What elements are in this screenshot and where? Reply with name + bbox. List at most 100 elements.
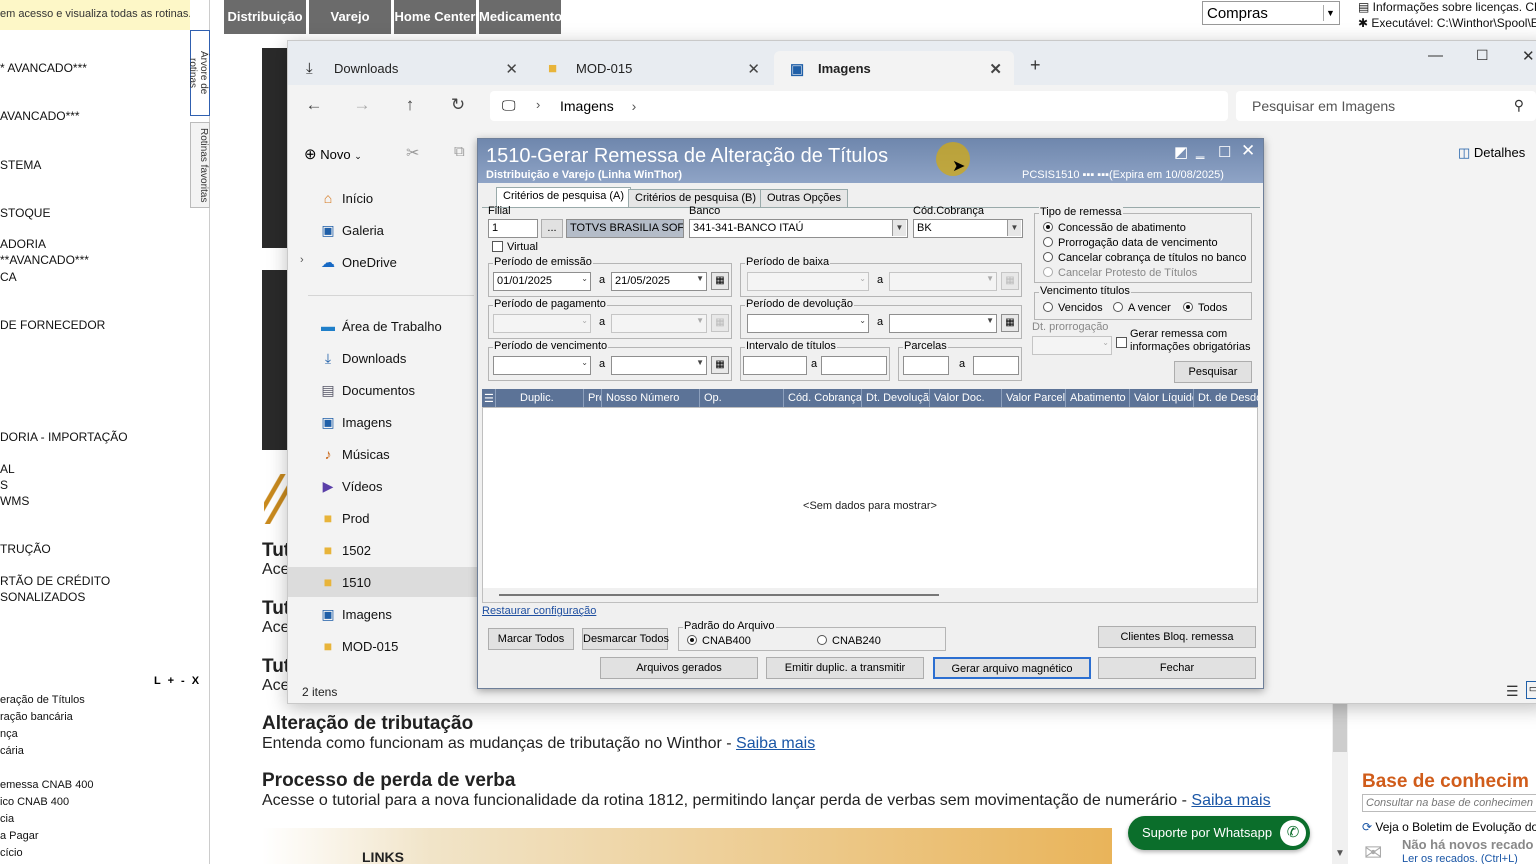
sidebar-item-downloads[interactable]: ⤓ Downloads — [288, 343, 478, 373]
radio-cnab240[interactable]: CNAB240 — [817, 635, 881, 647]
calendar-icon[interactable]: ▦ — [711, 314, 729, 332]
kb-search-input[interactable]: Consultar na base de conhecimen — [1362, 794, 1536, 812]
radio-concessao-abatimento[interactable]: Concessão de abatimento — [1043, 222, 1186, 234]
pagamento-end-input[interactable]: ▼ — [611, 314, 707, 333]
col-pre[interactable]: Pre — [584, 389, 602, 407]
gerar-remessa-checkbox[interactable] — [1116, 335, 1130, 349]
col-duplic[interactable]: Duplic. — [496, 389, 584, 407]
menu-item[interactable]: STOQUE — [0, 206, 50, 220]
favorite-item[interactable]: ico CNAB 400 — [0, 796, 69, 808]
favorite-item[interactable]: emessa CNAB 400 — [0, 779, 94, 791]
baixa-start-input[interactable]: ⌄ — [747, 272, 869, 291]
tab-favorites[interactable]: Rotinas favoritas — [190, 122, 210, 208]
sidebar-item-videos[interactable]: ▶ Vídeos — [288, 471, 478, 501]
fechar-button[interactable]: Fechar — [1098, 657, 1256, 679]
copy-icon[interactable]: ⧉ — [454, 143, 465, 160]
close-icon[interactable]: ✕ — [505, 60, 518, 78]
vencimento-end-input[interactable]: ▼ — [611, 356, 707, 375]
calendar-icon[interactable]: ▦ — [711, 356, 729, 374]
tab-downloads[interactable]: ⤓ Downloads ✕ — [290, 51, 530, 87]
radio-cnab400[interactable]: CNAB400 — [687, 635, 751, 647]
sidebar-item-inicio[interactable]: ⌂ Início — [288, 183, 478, 213]
restaurar-configuracao-link[interactable]: Restaurar configuração — [482, 605, 596, 617]
menu-item[interactable]: CA — [0, 270, 17, 284]
chevron-right-icon[interactable]: › — [300, 254, 304, 266]
sidebar-item-1502[interactable]: ■ 1502 — [288, 535, 478, 565]
calendar-icon[interactable]: ▦ — [711, 272, 729, 290]
refresh-icon[interactable]: ↻ — [446, 95, 470, 115]
scroll-down-icon[interactable]: ▼ — [1335, 848, 1345, 859]
close-window-icon[interactable]: ✕ — [1522, 47, 1535, 65]
address-segment[interactable]: Imagens — [560, 98, 614, 114]
minimize-icon[interactable]: — — [1428, 47, 1443, 64]
col-nosso-numero[interactable]: Nosso Número — [602, 389, 700, 407]
news-link[interactable]: Saiba mais — [736, 735, 815, 752]
sidebar-item-1510[interactable]: ■ 1510 — [288, 567, 478, 597]
tab-mod-015[interactable]: ■ MOD-015 ✕ — [532, 51, 772, 87]
btn-varejo[interactable]: Varejo — [309, 0, 391, 34]
sidebar-item-imagens[interactable]: ▣ Imagens — [288, 407, 478, 437]
banco-select[interactable]: 341-341-BANCO ITAÚ ▼ — [689, 219, 908, 238]
tab-criterios-a[interactable]: Critérios de pesquisa (A) — [496, 187, 632, 207]
menu-item[interactable]: AL — [0, 462, 15, 476]
menu-item[interactable]: STEMA — [0, 158, 41, 172]
menu-item[interactable]: DE FORNECEDOR — [0, 318, 105, 332]
parcela-end-input[interactable] — [973, 356, 1019, 375]
close-icon[interactable]: ✕ — [1241, 141, 1255, 161]
marcar-todos-button[interactable]: Marcar Todos — [488, 628, 574, 650]
titulo-start-input[interactable] — [743, 356, 807, 375]
col-op[interactable]: Op. — [700, 389, 784, 407]
license-info[interactable]: ▤ Informações sobre licenças. Clique — [1358, 0, 1536, 14]
radio-vencidos[interactable]: Vencidos — [1043, 302, 1103, 314]
restore-icon[interactable]: ◩ — [1174, 143, 1188, 161]
menu-item[interactable]: * AVANCADO*** — [0, 61, 87, 75]
sidebar-item-desktop[interactable]: ▬ Área de Trabalho — [288, 311, 478, 341]
btn-distribuicao[interactable]: Distribuição — [224, 0, 306, 34]
radio-a-vencer[interactable]: A vencer — [1113, 302, 1171, 314]
menu-item[interactable]: AVANCADO*** — [0, 109, 80, 123]
vencimento-start-input[interactable]: ⌄ — [493, 356, 591, 375]
menu-item[interactable]: SONALIZADOS — [0, 590, 85, 604]
details-button[interactable]: ◫ Detalhes — [1458, 145, 1525, 161]
emitir-duplic-button[interactable]: Emitir duplic. a transmitir — [766, 657, 924, 679]
calendar-icon[interactable]: ▦ — [1001, 314, 1019, 332]
virtual-checkbox[interactable]: Virtual — [492, 241, 538, 253]
radio-cancelar-cobranca[interactable]: Cancelar cobrança de títulos no banco — [1043, 252, 1246, 264]
grid-body[interactable]: <Sem dados para mostrar> — [482, 407, 1258, 603]
filial-input[interactable]: 1 — [488, 219, 538, 238]
radio-cancelar-protesto[interactable]: Cancelar Protesto de Títulos — [1043, 267, 1197, 279]
col-valor-doc[interactable]: Valor Doc. — [930, 389, 1002, 407]
kb-item[interactable]: ⟳ Veja o Boletim de Evolução do V — [1362, 820, 1536, 834]
page-scrollbar-thumb[interactable] — [1333, 704, 1347, 752]
col-cod-cobranca[interactable]: Cód. Cobrança — [784, 389, 862, 407]
favorite-item[interactable]: cício — [0, 847, 23, 859]
favorite-item[interactable]: a Pagar — [0, 830, 39, 842]
sidebar-item-documentos[interactable]: ▤ Documentos — [288, 375, 478, 405]
emissao-end-input[interactable]: 21/05/2025 ▼ — [611, 272, 707, 291]
tiles-view-icon[interactable]: ▭ — [1526, 681, 1536, 699]
messages-link[interactable]: Ler os recados. (Ctrl+L) — [1402, 853, 1518, 864]
grid-menu-icon[interactable]: ☰ — [482, 389, 496, 407]
menu-item[interactable]: WMS — [0, 494, 29, 508]
menu-item[interactable]: **AVANCADO*** — [0, 253, 89, 267]
devolucao-start-input[interactable]: ⌄ — [747, 314, 869, 333]
cut-icon[interactable]: ✂ — [406, 143, 419, 163]
new-tab-button[interactable]: + — [1030, 55, 1041, 76]
minimize-icon[interactable]: ‗ — [1196, 143, 1204, 160]
parcela-start-input[interactable] — [903, 356, 949, 375]
address-bar[interactable]: 🖵 › Imagens › — [490, 91, 1228, 121]
sidebar-item-galeria[interactable]: ▣ Galeria — [288, 215, 478, 245]
col-dt-devolucao[interactable]: Dt. Devolução — [862, 389, 930, 407]
calendar-icon[interactable]: ▦ — [1001, 272, 1019, 290]
btn-medicamento[interactable]: Medicamento — [479, 0, 562, 34]
favorite-item[interactable]: cia — [0, 813, 14, 825]
back-icon[interactable]: ← — [302, 95, 326, 115]
menu-item[interactable]: S — [0, 478, 8, 492]
sidebar-item-mod-015[interactable]: ■ MOD-015 — [288, 631, 478, 661]
favorite-item[interactable]: ração bancária — [0, 711, 73, 723]
codcob-select[interactable]: BK ▼ — [913, 219, 1023, 238]
menu-item[interactable]: DORIA - IMPORTAÇÃO — [0, 430, 128, 444]
favorite-item[interactable]: cária — [0, 745, 24, 757]
favorite-item[interactable]: nça — [0, 728, 18, 740]
forward-icon[interactable]: → — [350, 95, 374, 115]
